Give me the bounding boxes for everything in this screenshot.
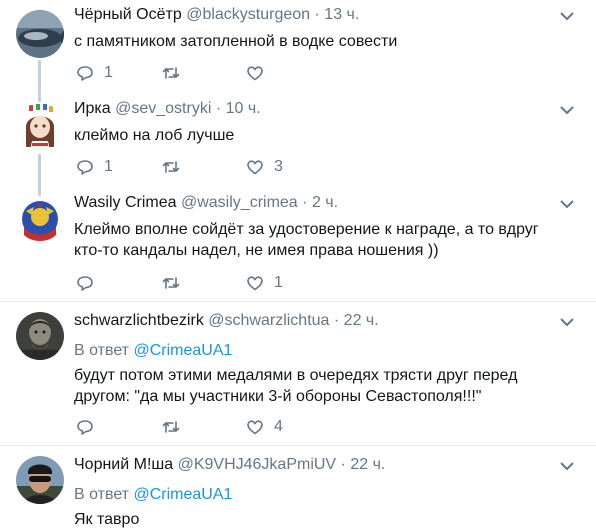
reply-button[interactable] [76, 417, 104, 437]
separator-dot: · [333, 312, 340, 329]
timestamp[interactable]: 10 ч. [226, 100, 261, 117]
avatar[interactable] [16, 103, 64, 151]
retweet-button[interactable] [162, 63, 180, 83]
chevron-down-icon[interactable] [558, 198, 576, 210]
reply-context: В ответ @CrimeaUA1 [74, 485, 232, 505]
retweet-button[interactable] [162, 273, 180, 293]
tweet-text-line: другом: "да мы участники 3-й обороны Сев… [74, 388, 482, 405]
like-button[interactable]: 3 [246, 157, 283, 177]
tweet-4[interactable]: schwarzlichtbezirk @schwarzlichtua · 22 … [0, 302, 596, 444]
tweet-3[interactable]: Wasily Crimea @wasily_crimea · 2 ч. Клей… [0, 190, 596, 302]
reply-button[interactable]: 1 [76, 63, 113, 83]
avatar[interactable] [16, 197, 64, 245]
reply-icon [77, 66, 93, 81]
retweet-icon [162, 277, 180, 289]
reply-icon [77, 276, 93, 291]
reply-count: 1 [104, 158, 113, 175]
timestamp[interactable]: 22 ч. [344, 312, 379, 329]
retweet-icon [162, 421, 180, 433]
tweet-text: Як тавро [74, 511, 140, 528]
user-name[interactable]: Чёрный Осётр [74, 6, 182, 23]
chevron-down-icon[interactable] [558, 460, 576, 472]
like-icon [247, 160, 263, 175]
user-handle[interactable]: @K9VHJ46JkaPmiUV [178, 456, 337, 473]
reply-icon [77, 160, 93, 175]
thread-line [38, 60, 41, 96]
user-handle[interactable]: @schwarzlichtua [208, 312, 329, 329]
like-count: 1 [274, 274, 283, 291]
reply-icon [77, 420, 93, 435]
like-button[interactable] [246, 63, 274, 83]
retweet-icon [162, 161, 180, 173]
tweet-5[interactable]: Чорний М!ша @K9VHJ46JkaPmiUV · 22 ч. В о… [0, 446, 596, 530]
tweet-text-line: будут потом этими медалями в очередях тр… [74, 367, 518, 384]
tweet-text: Клеймо вполне сойдёт за удостоверение к … [74, 219, 584, 261]
separator-dot: · [215, 100, 222, 117]
retweet-button[interactable] [162, 417, 180, 437]
chevron-down-icon[interactable] [558, 10, 576, 22]
avatar[interactable] [16, 312, 64, 360]
thread-line [38, 96, 41, 102]
thread-line [38, 154, 41, 194]
like-icon [247, 276, 263, 291]
reply-button[interactable] [76, 273, 104, 293]
separator-dot: · [314, 6, 320, 23]
tweet-text: будут потом этими медалями в очередях тр… [74, 365, 584, 407]
user-handle[interactable]: @sev_ostryki [115, 100, 211, 117]
like-count: 4 [274, 418, 283, 435]
user-handle[interactable]: @wasily_crimea [181, 194, 298, 211]
timestamp[interactable]: 2 ч. [312, 194, 338, 211]
reply-prefix: В ответ [74, 486, 130, 503]
user-name[interactable]: Ирка [74, 100, 111, 117]
tweet-text: клеймо на лоб лучше [74, 127, 235, 144]
like-count: 3 [274, 158, 283, 175]
user-name[interactable]: Wasily Crimea [74, 194, 177, 211]
like-icon [247, 66, 263, 81]
user-handle[interactable]: @blackysturgeon [186, 6, 310, 23]
reply-context: В ответ @CrimeaUA1 [74, 341, 232, 361]
mention-link[interactable]: @CrimeaUA1 [133, 486, 232, 503]
reply-count: 1 [104, 64, 113, 81]
retweet-button[interactable] [162, 157, 180, 177]
like-button[interactable]: 4 [246, 417, 283, 437]
like-button[interactable]: 1 [246, 273, 283, 293]
chevron-down-icon[interactable] [558, 316, 576, 328]
tweet-text-line: Клеймо вполне сойдёт за удостоверение к … [74, 221, 539, 238]
timestamp[interactable]: 13 ч. [324, 6, 359, 23]
tweet-1[interactable]: Чёрный Осётр @blackysturgeon · 13 ч. с п… [0, 0, 596, 100]
separator-dot: · [340, 456, 346, 473]
like-icon [247, 420, 263, 435]
chevron-down-icon[interactable] [558, 104, 576, 116]
separator-dot: · [302, 194, 308, 211]
mention-link[interactable]: @CrimeaUA1 [133, 342, 232, 359]
user-name[interactable]: schwarzlichtbezirk [74, 312, 204, 329]
timestamp[interactable]: 22 ч. [350, 456, 385, 473]
reply-button[interactable]: 1 [76, 157, 113, 177]
tweet-text: с памятником затопленной в водке совести [74, 33, 398, 50]
reply-prefix: В ответ [74, 342, 130, 359]
avatar[interactable] [16, 10, 64, 58]
tweet-text-line: кто-то кандалы надел, не имея права ноше… [74, 242, 439, 259]
retweet-icon [162, 67, 180, 79]
tweet-2[interactable]: Ирка @sev_ostryki · 10 ч. клеймо на лоб … [0, 96, 596, 194]
user-name[interactable]: Чорний М!ша [74, 456, 173, 473]
avatar[interactable] [16, 456, 64, 504]
thread-line [38, 190, 41, 196]
